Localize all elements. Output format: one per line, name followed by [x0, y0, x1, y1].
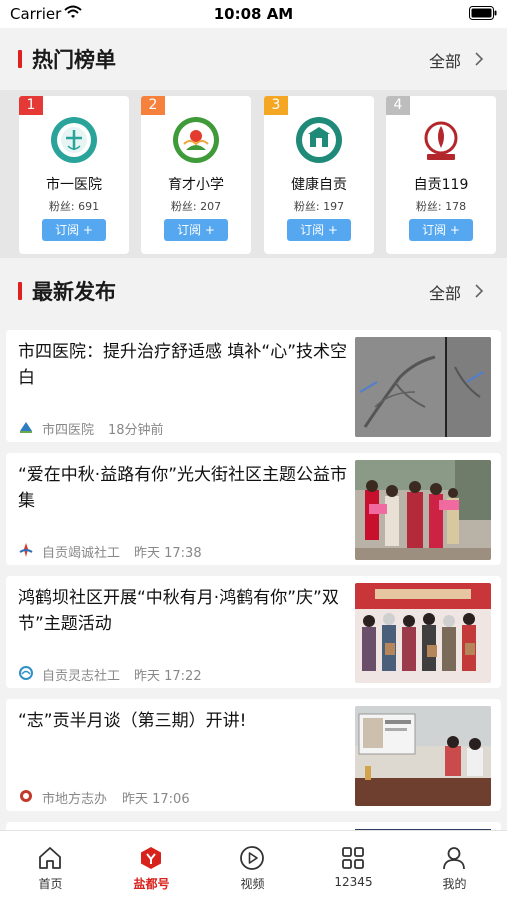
news-source: 自贡灵志社工 — [42, 669, 121, 684]
rank-badge: 2 — [141, 96, 165, 115]
tab-12345[interactable]: 12345 — [303, 831, 404, 900]
latest-title: 最新发布 — [32, 280, 116, 304]
source-logo-icon — [20, 422, 32, 433]
hot-list-header: 热门榜单 全部 — [0, 28, 507, 90]
news-meta: 自贡竭诚社工 昨天 17:38 — [18, 541, 348, 561]
battery-icon — [469, 6, 497, 20]
news-time: 昨天 17:22 — [134, 669, 202, 684]
news-card[interactable]: “志”贡半月谈（第三期）开讲! 市地方志办 昨天 17:06 — [6, 699, 501, 811]
hot-list-title: 热门榜单 — [32, 48, 116, 72]
hot-card-fans: 粉丝: 691 — [48, 200, 100, 213]
hot-list-more-link[interactable]: 全部 — [429, 48, 461, 72]
news-meta: 自贡灵志社工 昨天 17:22 — [18, 664, 348, 684]
subscribe-button[interactable]: 订阅 + — [409, 219, 473, 241]
hot-card[interactable]: 4 自贡119 粉丝: 178 订阅 + — [386, 96, 496, 254]
hot-card-fans: 粉丝: 178 — [415, 200, 467, 213]
tab-label: 我的 — [442, 877, 467, 891]
news-title: 鸿鹤坝社区开展“中秋有月·鸿鹤有你”庆”双节”主题活动 — [18, 588, 339, 634]
hot-card-name: 市一医院 — [46, 177, 102, 193]
person-icon — [443, 847, 465, 870]
rank-badge: 3 — [264, 96, 288, 115]
fire-logo — [424, 121, 458, 160]
tab-yandu[interactable]: 盐都号 — [101, 831, 202, 900]
hot-card-name: 自贡119 — [413, 177, 469, 193]
news-title: “爱在中秋·益路有你”光大街社区主题公益市集 — [18, 465, 348, 511]
yandu-cube-icon — [141, 847, 161, 869]
news-card[interactable]: 鸿鹤坝社区开展“中秋有月·鸿鹤有你”庆”双节”主题活动 自贡灵志社工 昨天 17… — [6, 576, 501, 688]
hot-list-carousel[interactable]: 1 市一医院 粉丝: 691 订阅 + 2 育才小学 粉丝: 207 订阅 + … — [0, 90, 507, 258]
news-time: 昨天 17:38 — [134, 546, 202, 561]
news-meta: 市地方志办 昨天 17:06 — [18, 787, 348, 807]
subscribe-button[interactable]: 订阅 + — [287, 219, 351, 241]
news-time: 18分钟前 — [108, 423, 164, 438]
tab-home[interactable]: 首页 — [0, 831, 101, 900]
community-market-photo — [355, 460, 491, 560]
tab-label: 首页 — [38, 877, 63, 891]
home-icon — [39, 847, 61, 869]
hospital-logo — [51, 117, 97, 163]
hot-card[interactable]: 3 健康自贡 粉丝: 197 订阅 + — [264, 96, 374, 254]
play-circle-icon — [240, 846, 264, 870]
latest-more-link[interactable]: 全部 — [429, 280, 461, 304]
rank-badge: 4 — [386, 96, 410, 115]
status-time: 10:08 AM — [213, 5, 294, 23]
status-bar: Carrier 10:08 AM — [0, 0, 507, 28]
section-accent-bar — [18, 50, 22, 68]
source-logo-icon — [19, 666, 33, 680]
festival-group-photo — [355, 583, 491, 683]
hot-card-fans: 粉丝: 207 — [170, 200, 222, 213]
news-card[interactable]: 市四医院：提升治疗舒适感 填补“心”技术空白 市四医院 18分钟前 — [6, 330, 501, 442]
news-card[interactable]: “爱在中秋·益路有你”光大街社区主题公益市集 自贡竭诚社工 昨天 17:38 — [6, 453, 501, 565]
health-logo — [296, 117, 342, 163]
school-logo — [173, 117, 219, 163]
subscribe-button[interactable]: 订阅 + — [42, 219, 106, 241]
grid-icon — [342, 847, 364, 869]
hot-card-fans: 粉丝: 197 — [293, 200, 345, 213]
news-source: 市地方志办 — [42, 792, 108, 807]
angiography-image — [355, 337, 491, 437]
news-title: 市四医院：提升治疗舒适感 填补“心”技术空白 — [18, 342, 348, 388]
news-time: 昨天 17:06 — [122, 792, 190, 807]
source-logo-icon — [19, 543, 33, 557]
tab-video[interactable]: 视频 — [202, 831, 303, 900]
chevron-right-icon[interactable] — [473, 283, 485, 299]
bottom-tab-bar: 首页 盐都号 视频 12345 我的 — [0, 830, 507, 900]
hot-card-name: 育才小学 — [168, 177, 224, 193]
hot-card[interactable]: 2 育才小学 粉丝: 207 订阅 + — [141, 96, 251, 254]
latest-header: 最新发布 全部 — [0, 260, 507, 322]
source-logo-icon — [20, 790, 32, 802]
tab-label: 视频 — [240, 877, 265, 891]
tab-mine[interactable]: 我的 — [404, 831, 505, 900]
hot-card[interactable]: 1 市一医院 粉丝: 691 订阅 + — [19, 96, 129, 254]
news-source: 自贡竭诚社工 — [42, 546, 121, 561]
subscribe-button[interactable]: 订阅 + — [164, 219, 228, 241]
hot-card-name: 健康自贡 — [291, 177, 347, 193]
section-accent-bar — [18, 282, 22, 300]
tab-label: 盐都号 — [133, 877, 170, 891]
meeting-room-photo — [355, 706, 491, 806]
app-screen: Carrier 10:08 AM 热门榜单 全部 1 市一医院 粉丝: 691 … — [0, 0, 507, 900]
news-meta: 市四医院 18分钟前 — [18, 418, 348, 438]
tab-label: 12345 — [334, 875, 373, 889]
news-source: 市四医院 — [42, 423, 95, 438]
rank-badge: 1 — [19, 96, 43, 115]
news-title: “志”贡半月谈（第三期）开讲! — [18, 711, 247, 731]
chevron-right-icon[interactable] — [473, 51, 485, 67]
